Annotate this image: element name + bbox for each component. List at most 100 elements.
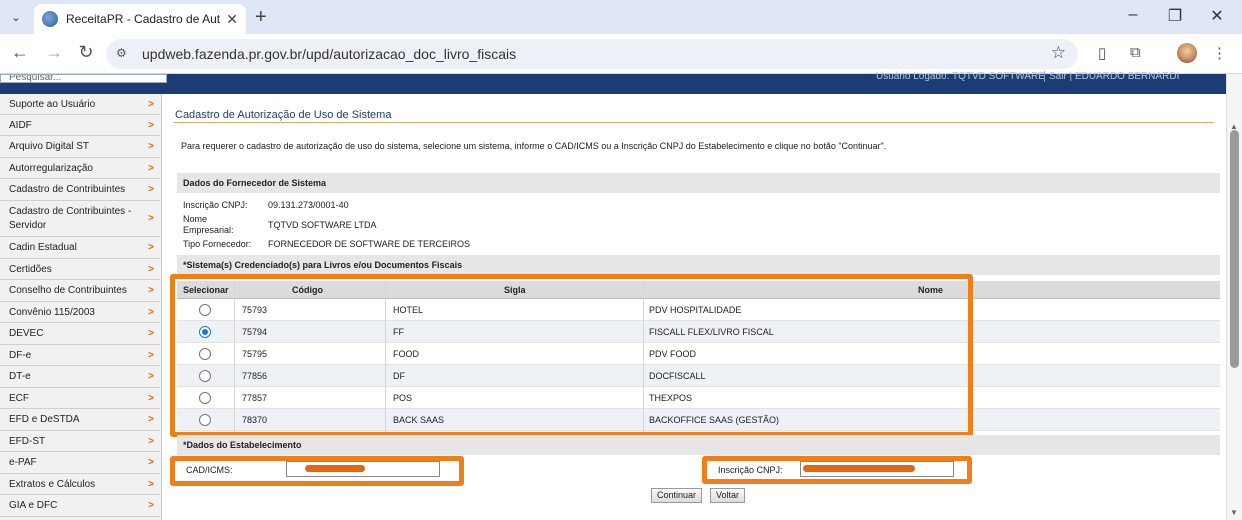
sidebar-item-label: GIA e DFC	[9, 500, 58, 511]
sidebar-item[interactable]: Cadastro de Contribuintes - Servidor >	[0, 201, 160, 237]
supplier-section-header: Dados do Fornecedor de Sistema	[177, 173, 1220, 193]
supplier-type-label: Tipo Fornecedor:	[183, 239, 252, 249]
chevron-right-icon: >	[148, 285, 154, 296]
sidebar-item-label: Cadastro de Contribuintes - Servidor	[9, 205, 132, 231]
sidebar-item[interactable]: e-PAF >	[0, 452, 160, 474]
tab-title: ReceitaPR - Cadastro de Autoriz	[66, 12, 221, 26]
close-window-button[interactable]: ✕	[1202, 6, 1232, 26]
chevron-right-icon: >	[148, 162, 154, 174]
menu-search-input[interactable]: Pesquisar...	[0, 74, 167, 83]
chevron-right-icon: >	[148, 457, 154, 468]
logout-user-info[interactable]: Sair | EDUARDO BERNARDI	[1044, 71, 1179, 82]
sidebar-item-label: Cadastro de Contribuintes	[9, 184, 126, 195]
cnpj-highlight-box	[702, 456, 972, 484]
cad-highlight-box	[170, 456, 464, 486]
chevron-right-icon: >	[148, 435, 154, 447]
sidebar-item[interactable]: DT-e >	[0, 366, 160, 388]
chevron-right-icon: >	[148, 414, 154, 425]
systems-highlight-box	[170, 274, 973, 437]
sidebar-item[interactable]: Suporte ao Usuário >	[0, 94, 160, 115]
menu-kebab-icon[interactable]: ⋮	[1212, 44, 1227, 62]
sidebar-item[interactable]: Autorregularização >	[0, 158, 160, 179]
page-title: Cadastro de Autorização de Uso de Sistem…	[175, 109, 392, 121]
sidebar-item[interactable]: Convênio 115/2003 >	[0, 302, 160, 323]
url-text[interactable]: updweb.fazenda.pr.gov.br/upd/autorizacao…	[142, 46, 516, 62]
bookmark-star-icon[interactable]: ☆	[1051, 43, 1066, 63]
chevron-right-icon: >	[148, 242, 154, 253]
logged-user-info: Usuário Logado: TQTVD SOFTWARE	[876, 71, 1045, 82]
scroll-down-icon[interactable]: ▼	[1230, 508, 1238, 517]
sidebar-item-label: Arquivo Digital ST	[9, 141, 90, 152]
cnpj-label: Inscrição CNPJ:	[183, 200, 248, 210]
title-divider	[173, 122, 1214, 123]
page-scrollbar[interactable]: ▲ ▼	[1226, 74, 1242, 520]
sidebar-item[interactable]: Cadin Estadual >	[0, 237, 160, 259]
sidebar-item-label: Extratos e Cálculos	[9, 478, 96, 490]
sidebar-item[interactable]: Cadastro de Contribuintes >	[0, 179, 160, 201]
continue-button[interactable]: Continuar	[651, 488, 703, 503]
sidebar-item-label: DT-e	[9, 371, 31, 382]
sidebar-item[interactable]: DF-e >	[0, 345, 160, 366]
chevron-right-icon: >	[148, 328, 154, 339]
scrollbar-thumb[interactable]	[1230, 130, 1239, 368]
company-name-label-line2: Empresarial:	[183, 225, 234, 235]
sidebar-item-label: Convênio 115/2003	[9, 306, 95, 318]
chevron-right-icon: >	[148, 349, 154, 361]
sidebar-item-label: DF-e	[9, 349, 32, 361]
chevron-right-icon: >	[148, 500, 154, 511]
sidebar-item-label: AIDF	[9, 119, 32, 131]
chevron-right-icon: >	[148, 141, 154, 152]
sidebar-item[interactable]: Conselho de Contribuintes >	[0, 280, 160, 302]
browser-toolbar: ← → ↻ ⚙ updweb.fazenda.pr.gov.br/upd/aut…	[0, 34, 1242, 74]
sidebar-item-label: Cadin Estadual	[9, 242, 77, 253]
tab-search-chevron-icon[interactable]: ⌄	[6, 7, 26, 27]
profile-avatar[interactable]	[1177, 43, 1197, 63]
company-name-label-line1: Nome	[183, 214, 208, 224]
back-button[interactable]: Voltar	[710, 488, 746, 503]
systems-section-header: *Sistema(s) Credenciado(s) para Livros e…	[177, 255, 1220, 275]
browser-tab-active[interactable]: ReceitaPR - Cadastro de Autoriz ✕	[34, 4, 246, 34]
sidebar-item[interactable]: ECF >	[0, 388, 160, 409]
sidebar-item[interactable]: Arquivo Digital ST >	[0, 136, 160, 158]
sidebar-item-label: ECF	[9, 392, 29, 404]
sidebar-item[interactable]: EFD-ST >	[0, 431, 160, 452]
chevron-right-icon: >	[148, 263, 154, 275]
back-arrow-icon[interactable]: ←	[8, 42, 32, 63]
sidebar-item-label: Conselho de Contribuintes	[9, 285, 127, 296]
sidebar-item-label: EFD-ST	[9, 435, 46, 447]
sidebar-item[interactable]: DEVEC >	[0, 323, 160, 345]
sidebar-item-label: Suporte ao Usuário	[9, 98, 96, 110]
browser-tabstrip: ⌄ ReceitaPR - Cadastro de Autoriz ✕ + – …	[0, 0, 1242, 34]
close-tab-icon[interactable]: ✕	[226, 11, 238, 28]
sidebar-item[interactable]: EFD e DeSTDA >	[0, 409, 160, 431]
minimize-button[interactable]: –	[1118, 6, 1148, 24]
chevron-right-icon: >	[148, 392, 154, 404]
main-content: Cadastro de Autorização de Uso de Sistem…	[162, 94, 1226, 520]
sidebar-item-label: e-PAF	[9, 457, 37, 468]
reload-icon[interactable]: ↻	[74, 42, 98, 63]
site-settings-icon[interactable]: ⚙	[116, 46, 127, 60]
extensions-puzzle-icon[interactable]: ⧉	[1130, 44, 1141, 61]
company-name-value: TQTVD SOFTWARE LTDA	[268, 220, 377, 230]
chevron-right-icon: >	[148, 212, 154, 224]
sidebar-item[interactable]: Extratos e Cálculos >	[0, 474, 160, 495]
site-header-band: Pesquisar... Usuário Logado: TQTVD SOFTW…	[0, 71, 1226, 94]
media-icon[interactable]: ▯	[1098, 44, 1106, 62]
forward-arrow-icon[interactable]: →	[42, 42, 66, 63]
chevron-right-icon: >	[148, 119, 154, 131]
sidebar-item[interactable]: Certidões >	[0, 259, 160, 280]
address-bar[interactable]: ⚙ updweb.fazenda.pr.gov.br/upd/autorizac…	[106, 39, 1078, 69]
site-favicon-icon	[42, 11, 58, 27]
sidebar-item[interactable]: GIA e DFC >	[0, 495, 160, 517]
new-tab-button[interactable]: +	[255, 6, 267, 29]
sidebar-item-label: EFD e DeSTDA	[9, 414, 80, 425]
sidebar-item-label: Autorregularização	[9, 162, 93, 174]
sidebar-item[interactable]: AIDF >	[0, 115, 160, 136]
establishment-section-header: *Dados do Estabelecimento	[177, 435, 1220, 455]
sidebar-item-label: Certidões	[9, 263, 52, 275]
restore-button[interactable]: ❐	[1160, 6, 1190, 26]
chevron-right-icon: >	[148, 184, 154, 195]
chevron-right-icon: >	[148, 371, 154, 382]
sidebar-item-label: DEVEC	[9, 328, 44, 339]
sidebar-menu: Suporte ao Usuário > AIDF > Arquivo Digita…	[0, 94, 162, 520]
